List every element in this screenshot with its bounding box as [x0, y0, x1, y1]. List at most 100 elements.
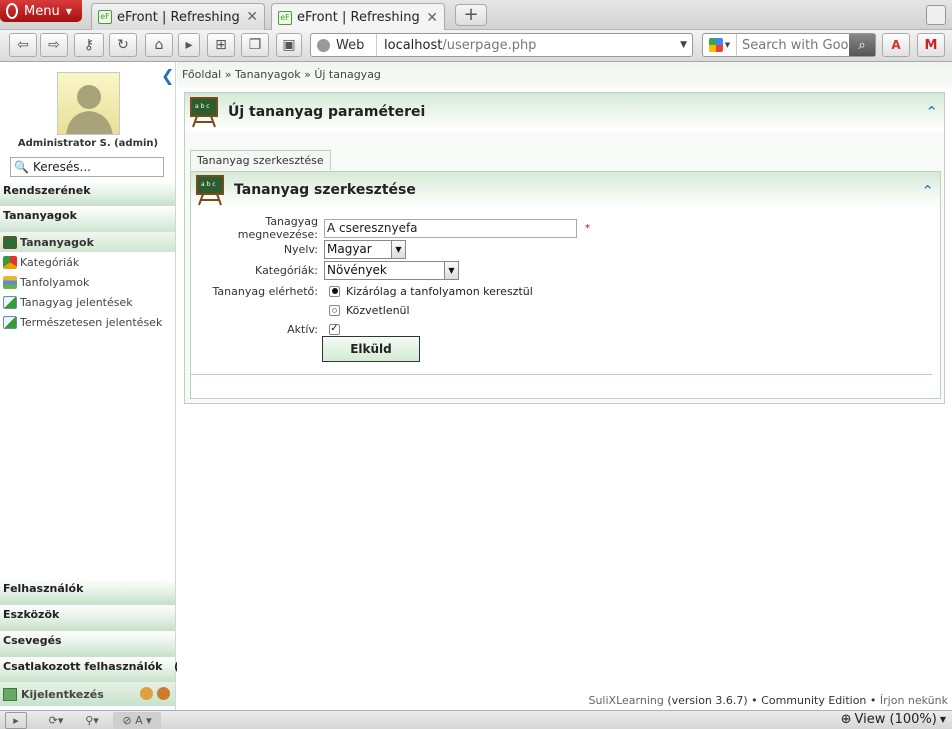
tab-title: eFront | Refreshing ...	[117, 9, 241, 25]
cascade-button[interactable]: ❐	[241, 33, 269, 57]
google-icon	[708, 38, 723, 52]
search-engine-selector[interactable]: ▼	[703, 34, 737, 56]
address-bar[interactable]: Web localhost/userpage.php ▼	[310, 33, 693, 57]
sidebar: ❮ Administrator S. (admin) 🔍 Keresés... …	[0, 62, 192, 710]
footer-contact-link[interactable]: Írjon nekünk	[880, 694, 948, 707]
chevron-down-icon: ▼	[65, 6, 72, 16]
radio-selected-dot	[331, 288, 338, 294]
chevron-down-icon: ▼	[724, 41, 731, 49]
zoom-label: View (100%)	[854, 712, 937, 727]
sidebar-item-categories[interactable]: Kategóriák	[0, 252, 175, 272]
chevron-up-icon[interactable]: ⌃	[921, 182, 934, 200]
back-arrow-icon: ⇦	[17, 37, 29, 53]
svg-text:a b c: a b c	[201, 181, 216, 188]
panel-icon: ▸	[185, 37, 193, 53]
tab-title: eFront | Refreshing ...	[297, 10, 421, 25]
blackboard-icon	[3, 235, 17, 249]
panel-toggle-button[interactable]: ▸	[178, 33, 200, 57]
tab-edit-lesson[interactable]: Tananyag szerkesztése	[190, 150, 331, 171]
block-title: Új tananyag paraméterei	[228, 104, 426, 120]
sidebar-item-lesson-reports[interactable]: Tanagyag jelentések	[0, 292, 175, 312]
category-select[interactable]: Növények ▼	[324, 260, 459, 280]
category-value: Növények	[327, 263, 387, 277]
sidebar-search-input[interactable]: 🔍 Keresés...	[10, 157, 164, 177]
tile-button[interactable]: ⊞	[207, 33, 235, 57]
forward-button[interactable]: ⇨	[40, 33, 68, 57]
search-box[interactable]: ▼ ⌕	[702, 33, 876, 57]
submit-button[interactable]: Elküld	[322, 336, 420, 362]
sidebar-section-chat[interactable]: Csevegés	[0, 631, 175, 657]
panel-toggle-icon[interactable]: ▸	[5, 711, 27, 729]
required-marker: *	[585, 222, 590, 234]
zoom-control[interactable]: ⊕ View (100%) ▼	[841, 712, 946, 727]
report-chart-icon	[3, 295, 17, 309]
url-host: localhost	[384, 37, 443, 53]
courses-icon	[3, 275, 17, 289]
opera-menu-button[interactable]: Menu ▼	[0, 0, 82, 22]
search-go-button[interactable]: ⌕	[849, 34, 875, 56]
share-icon[interactable]: ⚲▾	[79, 712, 105, 729]
sidebar-section-online-users[interactable]: Csatlakozott felhasználók (1)	[0, 657, 192, 683]
translate-button[interactable]: A	[882, 33, 910, 57]
chevron-up-icon[interactable]: ⌃	[925, 103, 938, 121]
site-identity[interactable]: Web	[311, 34, 377, 56]
search-input[interactable]	[737, 37, 849, 53]
avatar[interactable]	[57, 72, 120, 135]
back-button[interactable]: ⇦	[9, 33, 37, 57]
url-path: /userpage.php	[442, 37, 537, 53]
sync-icon[interactable]: ⟳▾	[43, 712, 69, 729]
unite-button[interactable]: ▣	[276, 33, 302, 57]
footer-brand-link[interactable]: SuliXLearning	[588, 694, 663, 707]
language-label: Nyelv:	[283, 242, 318, 256]
name-label: Tanagyag megnevezése:	[237, 215, 318, 241]
new-tab-button[interactable]: +	[455, 4, 487, 26]
browser-tab-1[interactable]: eF eFront | Refreshing ... ✕	[91, 3, 265, 30]
sidebar-section-users[interactable]: Felhasználók	[0, 579, 175, 605]
availability-option-label: Közvetlenül	[346, 303, 410, 317]
availability-radio-course-only[interactable]	[329, 285, 340, 297]
search-icon: 🔍	[14, 160, 29, 174]
close-tab-icon[interactable]: ✕	[246, 9, 258, 25]
trash-icon[interactable]	[926, 5, 946, 25]
breadcrumb[interactable]: Főoldal » Tananyagok » Új tanagyag	[177, 62, 952, 88]
chevron-down-icon: ▼	[444, 261, 458, 279]
history-dropdown-icon[interactable]: ▼	[680, 40, 692, 50]
reload-button[interactable]: ↻	[109, 33, 137, 57]
menu-label: Menu	[24, 3, 60, 19]
sidebar-item-lessons[interactable]: Tananyagok	[0, 232, 175, 252]
logout-button[interactable]: Kijelentkezés	[0, 682, 175, 706]
users-icon[interactable]	[157, 687, 170, 700]
collapse-sidebar-icon[interactable]: ❮	[161, 66, 174, 85]
lesson-name-input[interactable]	[324, 218, 577, 238]
home-icon: ⌂	[154, 37, 164, 53]
browser-tab-2[interactable]: eF eFront | Refreshing ... ✕	[271, 3, 445, 31]
turbo-icon[interactable]: ⊘ A ▾	[113, 711, 161, 729]
svg-text:a b c: a b c	[195, 103, 210, 110]
tile-icon: ⊞	[215, 37, 227, 53]
availability-option-label: Kizárólag a tanfolyamon keresztül	[346, 284, 533, 298]
sidebar-item-label: Kategóriák	[20, 255, 80, 269]
gmail-button[interactable]: M	[917, 33, 945, 57]
sidebar-item-label: Tanagyag jelentések	[20, 295, 133, 309]
form-row-language: Nyelv: Magyar ▼	[191, 239, 406, 259]
forward-arrow-icon: ⇨	[48, 37, 60, 53]
translate-icon: A	[891, 38, 901, 52]
chevron-down-icon: ▼	[939, 715, 946, 724]
url-text[interactable]: localhost/userpage.php	[377, 38, 680, 53]
availability-radio-direct[interactable]	[329, 304, 340, 316]
language-select[interactable]: Magyar ▼	[324, 239, 406, 259]
close-tab-icon[interactable]: ✕	[426, 10, 438, 26]
sidebar-section-system[interactable]: Rendszerének	[0, 181, 175, 207]
active-checkbox[interactable]: ✓	[329, 323, 340, 335]
user-name: Administrator S. (admin)	[17, 138, 159, 149]
users-icon[interactable]	[140, 687, 153, 700]
wand-button[interactable]: ⚷	[74, 33, 104, 57]
sidebar-item-courses[interactable]: Tanfolyamok	[0, 272, 175, 292]
home-button[interactable]: ⌂	[145, 33, 173, 57]
sidebar-item-course-reports[interactable]: Természetesen jelentések	[0, 312, 175, 332]
magnifier-icon: ⌕	[858, 37, 866, 53]
opera-logo-icon	[6, 3, 18, 19]
footer-separator: •	[866, 694, 880, 707]
sidebar-section-tools[interactable]: Eszközök	[0, 605, 175, 631]
sidebar-item-label: Tanfolyamok	[20, 275, 90, 289]
